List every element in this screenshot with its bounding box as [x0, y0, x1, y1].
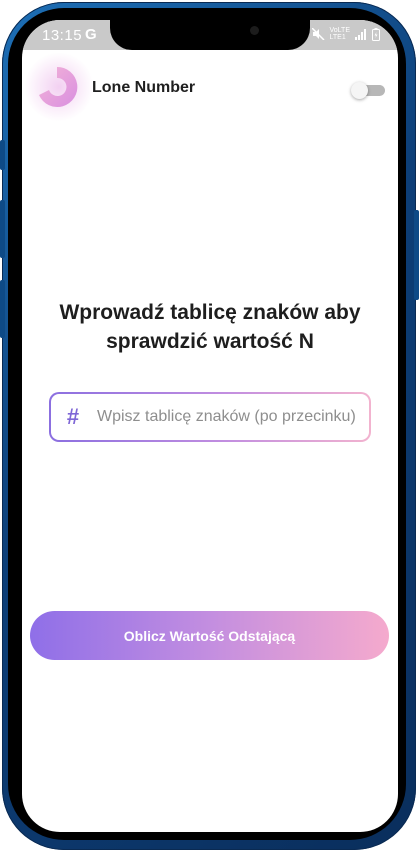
lte-label: LTE1 — [329, 34, 346, 41]
side-button-volume-up — [0, 200, 5, 258]
status-icons: VoLTE LTE1 — [311, 27, 380, 41]
app-screen: 13:15 G VoLTE LTE1 Lone Number Wprowadź … — [22, 20, 398, 832]
front-camera — [250, 26, 259, 35]
battery-icon — [372, 27, 380, 41]
theme-toggle[interactable] — [351, 82, 385, 99]
mute-icon — [311, 28, 325, 40]
calculate-button[interactable]: Oblicz Wartość Odstającą — [30, 611, 389, 660]
app-title: Lone Number — [92, 79, 196, 96]
array-input[interactable] — [97, 408, 369, 426]
array-input-field: # — [49, 392, 371, 442]
status-time: 13:15 — [42, 27, 83, 44]
side-button-mute — [0, 140, 5, 170]
side-button-power — [414, 210, 419, 300]
network-label: VoLTE LTE1 — [330, 27, 351, 41]
array-input-container: # — [51, 394, 369, 440]
volte-label: VoLTE — [329, 27, 351, 34]
status-bar: 13:15 G VoLTE LTE1 — [22, 20, 398, 50]
phone-device: 13:15 G VoLTE LTE1 Lone Number Wprowadź … — [0, 0, 420, 853]
google-icon: G — [85, 26, 97, 43]
page-heading: Wprowadź tablicę znaków aby sprawdzić wa… — [22, 298, 398, 356]
side-button-volume-down — [0, 280, 5, 338]
logo-icon — [39, 66, 78, 107]
camera-notch — [110, 20, 310, 50]
signal-icon — [355, 28, 367, 40]
heading-line-2: sprawdzić wartość N — [106, 330, 314, 353]
toggle-knob — [351, 82, 368, 99]
hash-icon: # — [66, 404, 80, 429]
heading-line-1: Wprowadź tablicę znaków aby — [59, 301, 361, 324]
